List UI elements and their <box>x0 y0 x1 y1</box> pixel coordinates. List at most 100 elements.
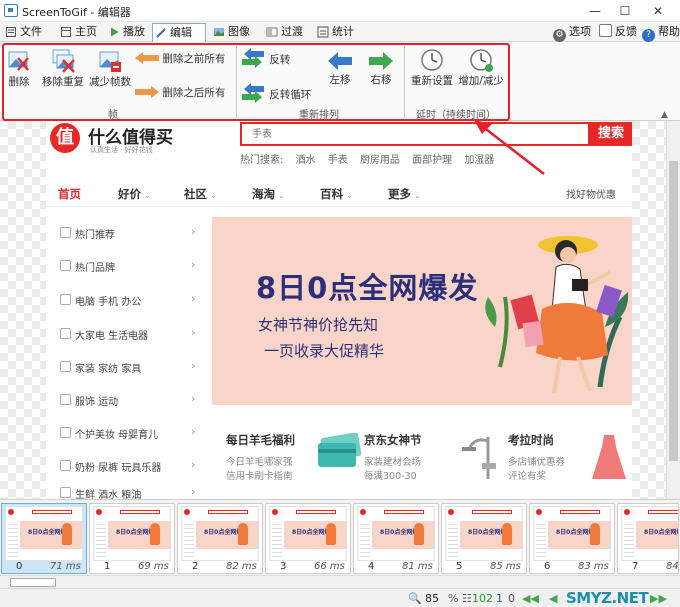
nav-community[interactable]: 社区 ⌄ <box>184 186 217 202</box>
sidebar-item[interactable]: 服饰 运动 › <box>48 390 204 412</box>
promo-card-subtitle: 评论有奖 <box>508 471 547 482</box>
options-menu[interactable]: ⚙ 选项 <box>553 24 591 42</box>
sidebar-item[interactable]: 奶粉 尿裤 玩具乐器 › <box>48 456 204 478</box>
promo-banner[interactable]: 8日0点全网爆发 女神节神价抢先知 一页收录大促精华 <box>212 217 632 405</box>
thumb-figure <box>414 523 424 545</box>
feedback-label: 反馈 <box>615 25 637 38</box>
frame-thumbnail[interactable]: 8日0点全网爆发 6 83 ms <box>529 503 615 574</box>
tab-image[interactable]: 图像 <box>211 23 250 41</box>
thumb-sidebar <box>624 521 634 559</box>
frame-preview: 8日0点全网爆发 <box>269 506 347 561</box>
frame-number: 7 <box>632 561 639 572</box>
tab-file-label: 文件 <box>20 25 42 38</box>
tab-file[interactable]: 文件 <box>3 23 42 41</box>
maximize-button[interactable]: ☐ <box>613 2 637 20</box>
frame-thumbnail[interactable]: 8日0点全网爆发 0 71 ms <box>1 503 87 574</box>
category-icon <box>60 427 71 438</box>
nav-deals[interactable]: 好价 ⌄ <box>118 186 151 202</box>
hot-item[interactable]: 手表 <box>328 155 348 166</box>
hot-item[interactable]: 酒水 <box>296 155 316 166</box>
thumb-sidebar <box>448 521 458 559</box>
nav-community-label: 社区 <box>184 187 207 201</box>
thumb-logo <box>360 509 366 515</box>
category-icon <box>60 361 71 372</box>
frame-preview: 8日0点全网爆发 <box>181 506 259 561</box>
sidebar-item[interactable]: 个护美妆 母婴育儿 › <box>48 423 204 445</box>
nav-wiki[interactable]: 百科 ⌄ <box>320 186 353 202</box>
promo-card-subtitle: 每满300-30 <box>364 471 417 482</box>
frame-thumbnail[interactable]: 8日0点全网爆发 5 85 ms <box>441 503 527 574</box>
sidebar-item[interactable]: 生鲜 酒水 粮油 › <box>48 483 204 499</box>
close-button[interactable]: ✕ <box>646 2 670 20</box>
sidebar-item[interactable]: 热门推荐 › <box>48 223 204 245</box>
tab-image-label: 图像 <box>228 25 250 38</box>
site-logo-mark: 值 <box>50 123 80 153</box>
zoom-value[interactable]: 85 <box>425 592 439 605</box>
thumb-sidebar <box>272 521 282 559</box>
frame-list: 8日0点全网爆发 0 71 ms 8日0点全网爆发 1 69 ms 8日0点全网… <box>0 499 680 575</box>
nav-haitao[interactable]: 海淘 ⌄ <box>252 186 285 202</box>
feedback-menu[interactable]: 反馈 <box>599 24 637 40</box>
hot-item[interactable]: 厨房用品 <box>360 155 400 166</box>
sidebar-item[interactable]: 大家电 生活电器 › <box>48 324 204 346</box>
status-bar: 🔍 85 % ☷ 102 1 0 ◀◀ ◀ SMYZ.NET ▶▶ <box>0 588 680 607</box>
minimize-button[interactable]: — <box>583 2 607 20</box>
tab-transition[interactable]: 过渡 <box>264 23 303 41</box>
nav-more[interactable]: 更多 ⌄ <box>388 186 421 202</box>
frame-thumbnail[interactable]: 8日0点全网爆发 4 81 ms <box>353 503 439 574</box>
category-sidebar: 热门推荐 › 热门品牌 › 电脑 手机 办公 › 大家电 生活电器 › 家装 家纺 家具… <box>48 217 204 499</box>
zoom-icon: 🔍 <box>408 592 422 605</box>
frame-preview: 8日0点全网爆发 <box>533 506 611 561</box>
sidebar-item[interactable]: 电脑 手机 办公 › <box>48 290 204 312</box>
frame-thumbnail[interactable]: 8日0点全网爆发 1 69 ms <box>89 503 175 574</box>
chevron-right-icon: › <box>191 326 196 339</box>
tab-play[interactable]: 播放 <box>106 23 145 41</box>
tab-stats[interactable]: 统计 <box>315 23 354 41</box>
first-frame-icon[interactable]: ◀◀ <box>522 592 539 605</box>
thumb-sidebar <box>536 521 546 559</box>
frame-thumbnail[interactable]: 8日0点全网爆发 3 66 ms <box>265 503 351 574</box>
hot-search: 热门搜索: 酒水 手表 厨房用品 面部护理 加湿器 <box>240 151 503 166</box>
thumb-sidebar <box>8 521 18 559</box>
thumb-logo <box>448 509 454 515</box>
vertical-scrollbar[interactable] <box>666 121 680 499</box>
collapse-ribbon-icon[interactable]: ▲ <box>661 110 668 120</box>
category-icon <box>60 394 71 405</box>
thumb-search <box>384 510 424 514</box>
tab-edit[interactable]: 编辑 <box>152 23 206 43</box>
site-slogan: 认真生活 · 好好花钱 <box>90 146 153 154</box>
thumb-figure <box>150 523 160 545</box>
tab-play-label: 播放 <box>123 25 145 38</box>
site-search-button[interactable]: 搜索 <box>590 122 632 146</box>
frame-thumbnail[interactable]: 8日0点全网爆发 7 84 ms <box>617 503 679 574</box>
sidebar-item[interactable]: 热门品牌 › <box>48 256 204 278</box>
scrollbar-thumb[interactable] <box>669 161 678 461</box>
annotation-arrow <box>474 120 545 175</box>
tab-home[interactable]: 主页 <box>58 23 97 41</box>
promo-card-subtitle: 多店铺优惠券 <box>508 457 566 468</box>
category-icon <box>60 294 71 305</box>
category-icon <box>60 260 71 271</box>
sidebar-item[interactable]: 家装 家纺 家具 › <box>48 357 204 379</box>
horizontal-scrollbar[interactable] <box>0 575 680 588</box>
nav-right-link[interactable]: 找好物优惠 <box>566 186 616 201</box>
dress-icon <box>592 435 626 479</box>
help-menu[interactable]: ? 帮助 <box>642 24 680 42</box>
scrollbar-thumb[interactable] <box>10 578 56 587</box>
nav-more-label: 更多 <box>388 187 411 201</box>
last-frame-icon[interactable]: ▶▶ <box>650 592 667 605</box>
nav-home[interactable]: 首页 <box>58 186 81 202</box>
category-icon <box>60 328 71 339</box>
window-title: ScreenToGif - 编辑器 <box>22 6 131 19</box>
chevron-down-icon: ⌄ <box>210 191 217 200</box>
hot-item[interactable]: 面部护理 <box>412 155 452 166</box>
category-icon <box>60 460 71 471</box>
frame-preview: 8日0点全网爆发 <box>445 506 523 561</box>
current-frame: 0 <box>508 592 515 605</box>
frame-number: 0 <box>16 561 23 572</box>
sidebar-item-label: 热门品牌 <box>75 263 115 274</box>
options-label: 选项 <box>569 25 591 38</box>
frame-thumbnail[interactable]: 8日0点全网爆发 2 82 ms <box>177 503 263 574</box>
previous-frame-icon[interactable]: ◀ <box>549 592 557 605</box>
frame-delay: 81 ms <box>402 561 433 572</box>
